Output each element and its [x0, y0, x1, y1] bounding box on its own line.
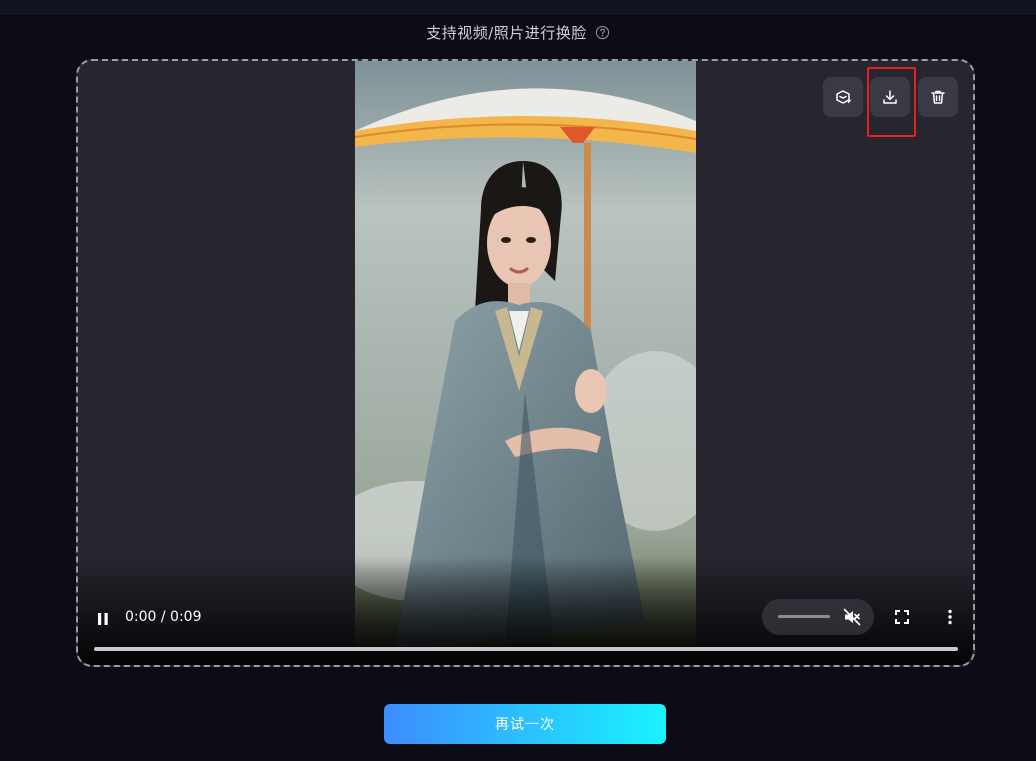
pause-icon	[98, 613, 108, 625]
face-swap-button[interactable]	[823, 77, 863, 117]
mute-button[interactable]	[842, 607, 862, 627]
download-highlight-box	[867, 67, 916, 137]
progress-bar[interactable]	[94, 647, 958, 651]
page-title: 支持视频/照片进行换脸	[426, 23, 587, 42]
retry-button[interactable]: 再试一次	[384, 704, 666, 744]
fullscreen-icon	[895, 610, 909, 624]
fullscreen-button[interactable]	[892, 607, 912, 627]
trash-icon	[931, 90, 945, 104]
delete-button[interactable]	[918, 77, 958, 117]
header: 支持视频/照片进行换脸	[0, 20, 1036, 44]
top-bar	[0, 0, 1036, 14]
question-circle-icon[interactable]	[595, 25, 610, 40]
video-controls: 0:00 / 0:09	[78, 595, 973, 665]
volume-muted-icon	[843, 608, 861, 626]
time-display: 0:00 / 0:09	[125, 609, 202, 625]
pause-button[interactable]	[94, 609, 112, 629]
more-options-button[interactable]	[940, 607, 960, 627]
volume-slider[interactable]	[778, 615, 830, 618]
media-stage: 0:00 / 0:09	[76, 59, 975, 667]
volume-control	[762, 599, 874, 635]
more-vertical-icon	[948, 609, 952, 625]
face-swap-icon	[836, 90, 852, 104]
